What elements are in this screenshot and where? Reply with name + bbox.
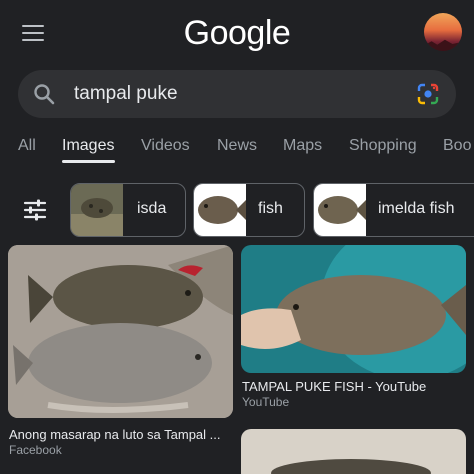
chip-thumbnail — [314, 184, 366, 236]
chip-thumbnail — [194, 184, 246, 236]
fish-photo — [241, 429, 466, 474]
result-title-1[interactable]: Anong masarap na luto sa Tampal ... — [9, 427, 234, 442]
active-tab-indicator — [62, 160, 115, 163]
tab-videos[interactable]: Videos — [141, 137, 190, 155]
chip-label: isda — [137, 200, 167, 217]
tab-maps[interactable]: Maps — [283, 137, 322, 155]
fish-photo — [241, 245, 466, 373]
tab-shopping[interactable]: Shopping — [349, 137, 417, 155]
chip-imelda-fish[interactable]: imelda fish — [313, 183, 474, 237]
google-logo[interactable]: Google — [0, 14, 474, 53]
chip-label: fish — [258, 200, 283, 217]
tab-books[interactable]: Boo — [443, 137, 471, 155]
tab-all[interactable]: All — [18, 137, 36, 155]
tab-news[interactable]: News — [217, 137, 257, 155]
google-lens-icon[interactable] — [416, 82, 440, 106]
tab-images[interactable]: Images — [62, 137, 114, 155]
filter-tune-icon[interactable] — [22, 197, 48, 223]
result-image-1[interactable] — [8, 245, 233, 418]
chip-isda[interactable]: isda — [70, 183, 186, 237]
search-bar[interactable]: tampal puke — [18, 70, 456, 118]
profile-avatar[interactable] — [424, 13, 462, 51]
chip-fish[interactable]: fish — [193, 183, 305, 237]
chip-thumbnail — [71, 184, 123, 236]
result-title-2[interactable]: TAMPAL PUKE FISH - YouTube — [242, 379, 426, 394]
search-input[interactable]: tampal puke — [74, 83, 178, 105]
result-source-2: YouTube — [242, 395, 290, 409]
search-icon[interactable] — [32, 82, 56, 106]
fish-photo — [8, 245, 233, 418]
result-image-2[interactable] — [241, 245, 466, 373]
chip-label: imelda fish — [378, 200, 455, 217]
result-source-1: Facebook — [9, 443, 62, 457]
result-image-3[interactable] — [241, 429, 466, 474]
